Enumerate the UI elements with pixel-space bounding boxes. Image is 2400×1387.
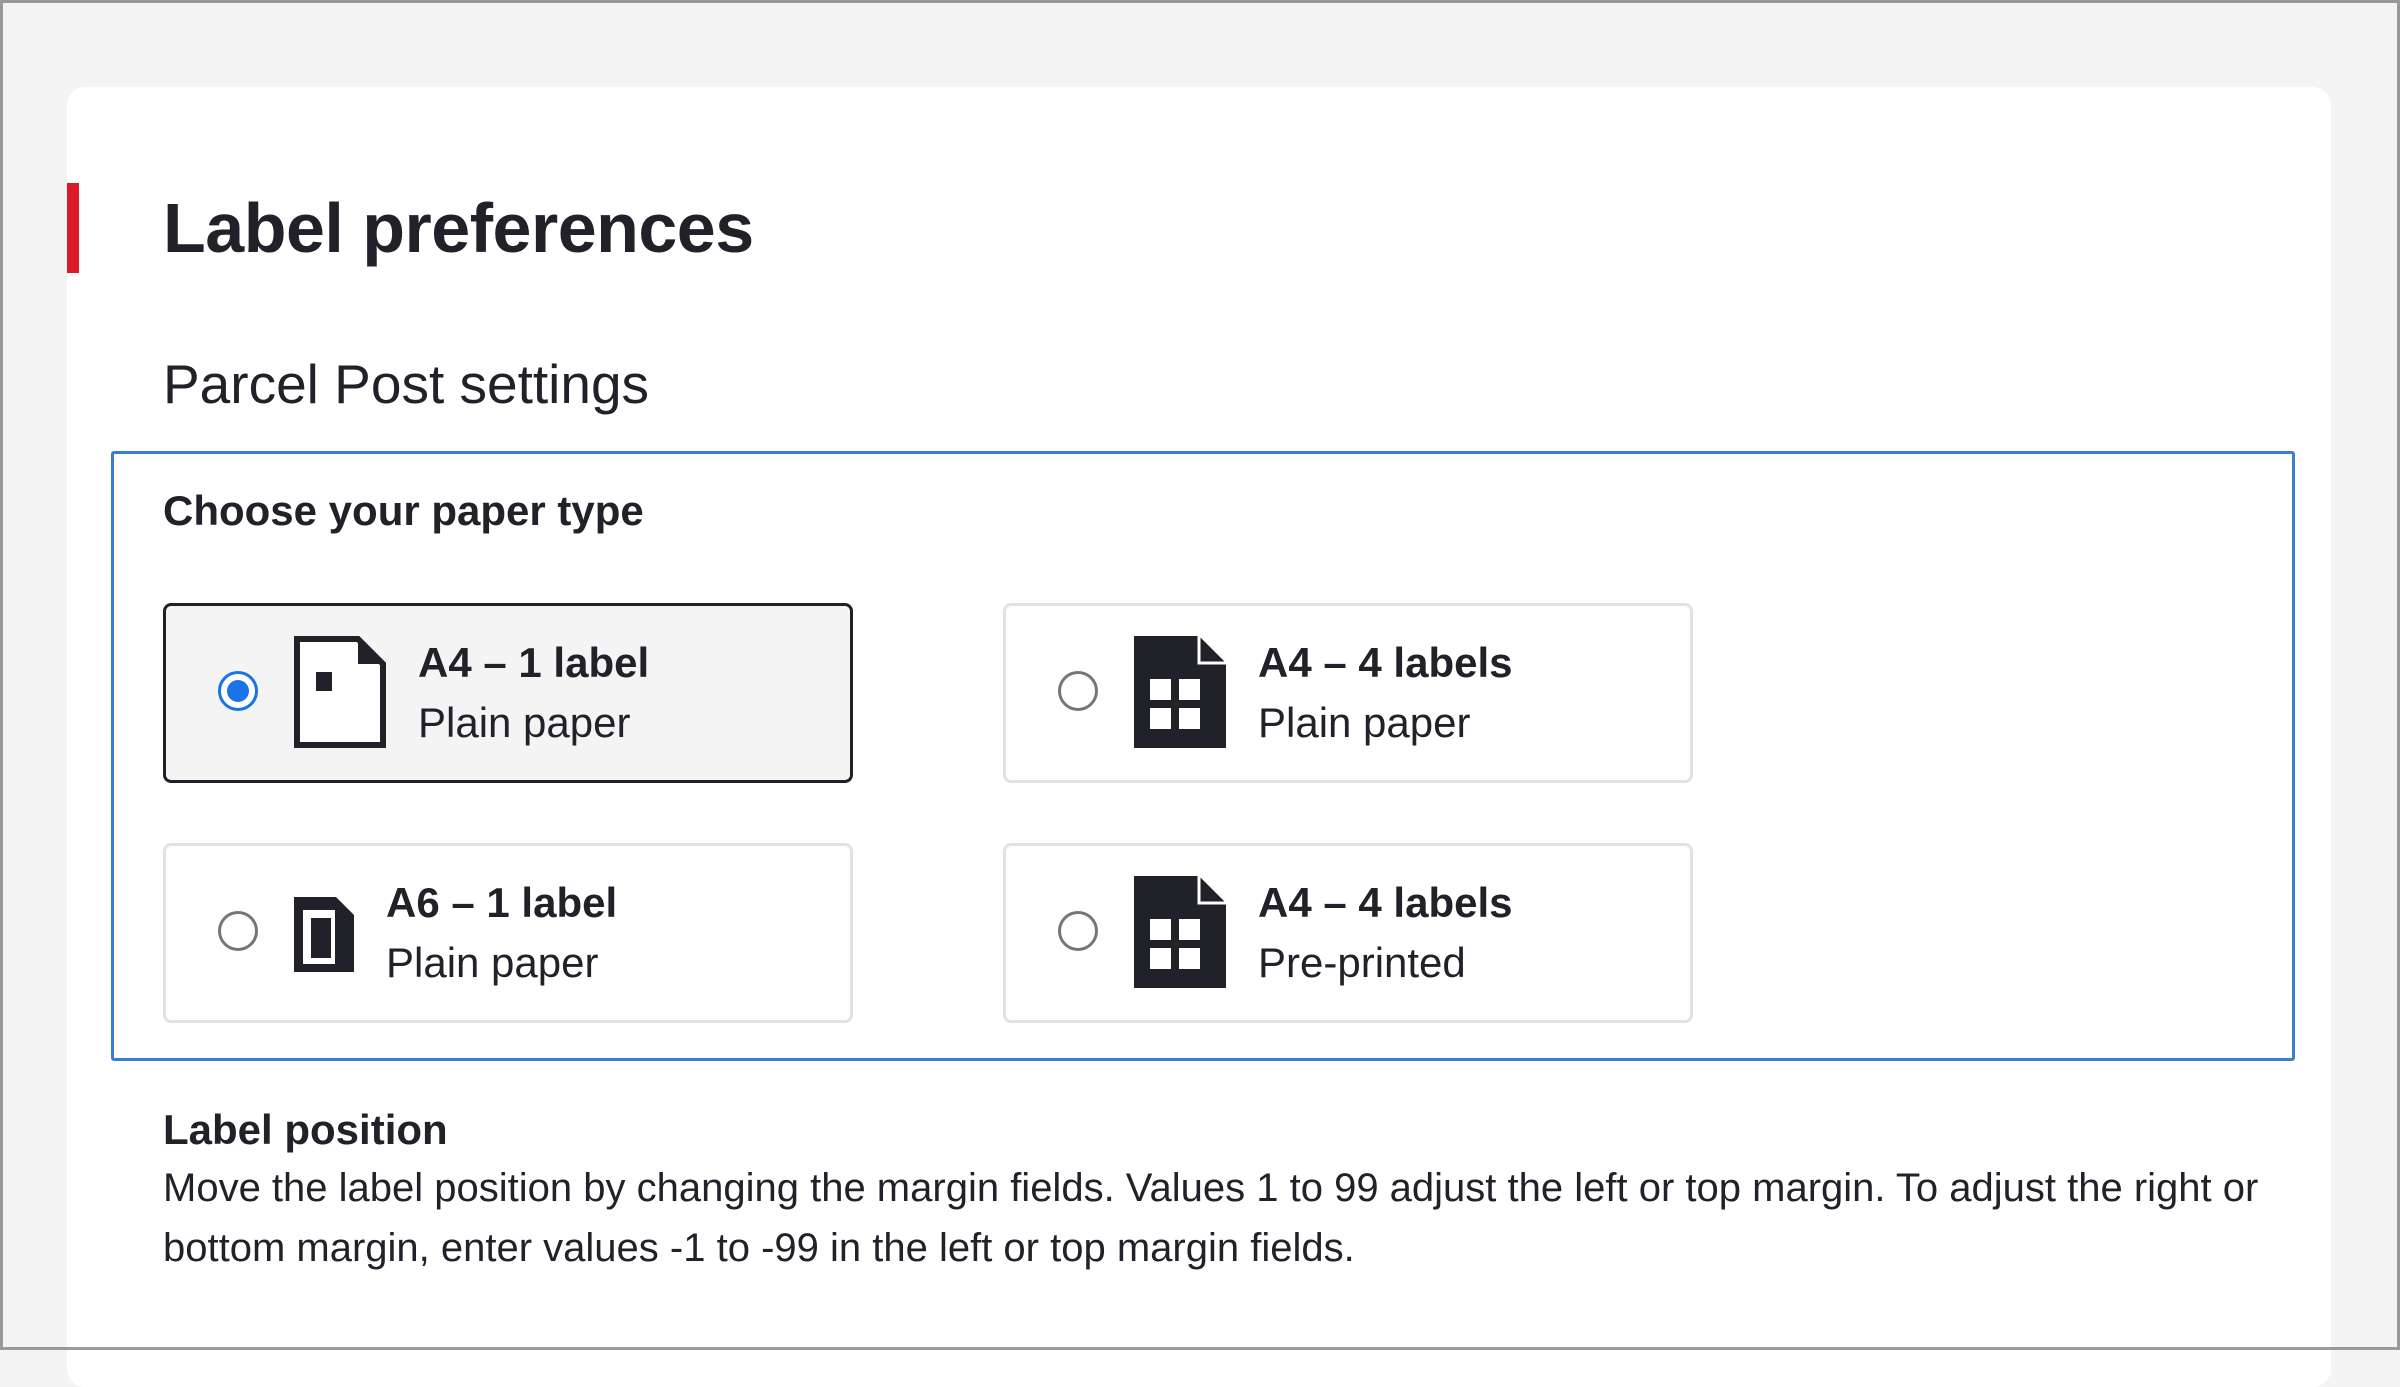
title-accent-bar	[67, 183, 79, 273]
paper-option-subtitle: Plain paper	[386, 939, 599, 986]
paper-option-subtitle: Plain paper	[418, 699, 631, 746]
page-title: Label preferences	[163, 189, 754, 267]
paper-option-title: A4 – 1 label	[418, 639, 650, 686]
a4-four-labels-icon	[1134, 636, 1226, 748]
paper-option-a4-4-labels-plain[interactable]: A4 – 4 labels Plain paper	[1003, 603, 1693, 783]
paper-type-legend: Choose your paper type	[163, 487, 644, 534]
paper-option-a4-4-labels-preprinted[interactable]: A4 – 4 labels Pre-printed	[1003, 843, 1693, 1023]
paper-option-a6-1-label[interactable]: A6 – 1 label Plain paper	[163, 843, 853, 1023]
paper-option-subtitle: Pre-printed	[1258, 939, 1466, 986]
paper-option-title: A6 – 1 label	[386, 879, 618, 926]
radio-button[interactable]	[1058, 671, 1098, 711]
section-title: Parcel Post settings	[163, 353, 650, 415]
paper-option-title: A4 – 4 labels	[1258, 639, 1513, 686]
paper-option-a4-1-label[interactable]: A4 – 1 label Plain paper	[163, 603, 853, 783]
radio-button-selected[interactable]	[218, 671, 258, 711]
label-position-description: Move the label position by changing the …	[163, 1166, 2259, 1270]
radio-button[interactable]	[218, 911, 258, 951]
label-position-heading: Label position	[163, 1106, 448, 1153]
paper-option-title: A4 – 4 labels	[1258, 879, 1513, 926]
paper-option-subtitle: Plain paper	[1258, 699, 1471, 746]
a6-single-label-icon	[294, 897, 354, 972]
a4-four-labels-icon	[1134, 876, 1226, 988]
a4-single-label-icon	[294, 636, 386, 748]
radio-button[interactable]	[1058, 911, 1098, 951]
